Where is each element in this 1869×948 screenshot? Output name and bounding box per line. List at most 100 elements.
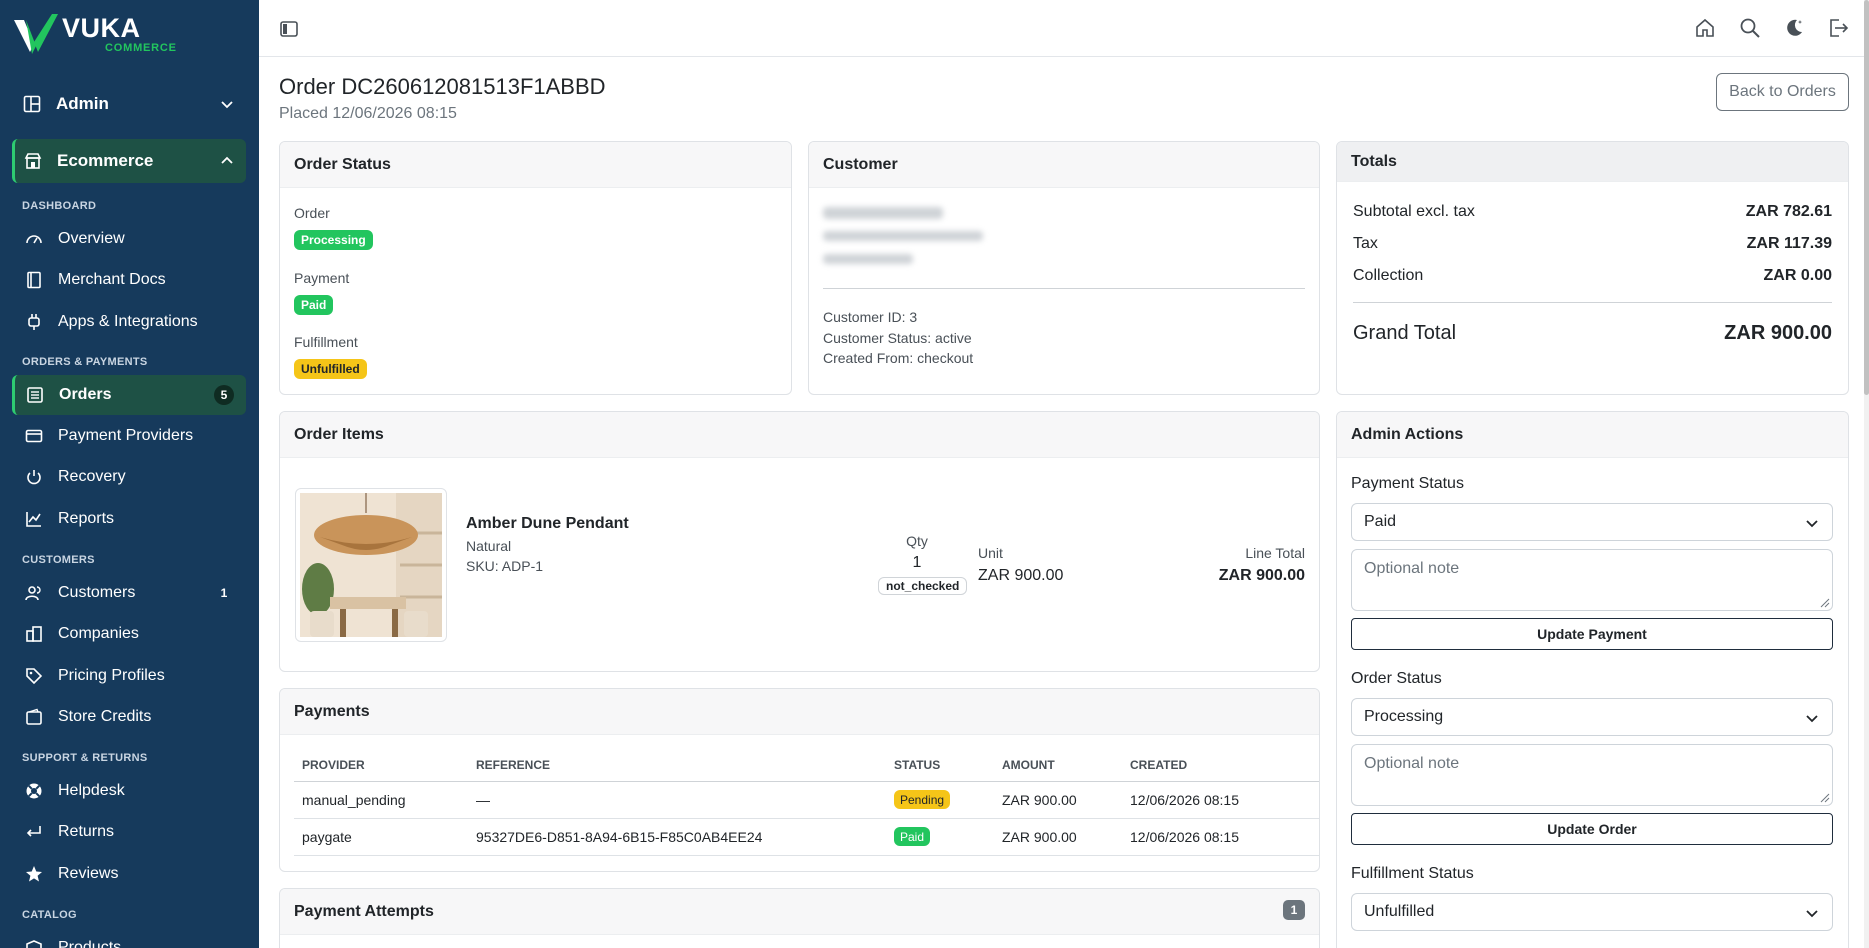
sidebar-section-catalog: CATALOG: [22, 909, 77, 921]
sidebar-item-helpdesk[interactable]: Helpdesk: [12, 771, 246, 811]
order-status-card: Order Status Order Processing Payment Pa…: [279, 141, 792, 395]
column-header: AMOUNT: [994, 749, 1122, 782]
sidebar-group-label: Admin: [56, 94, 109, 113]
sidebar-item-label: Store Credits: [58, 708, 152, 725]
chevron-down-icon: [1806, 520, 1818, 528]
product-image[interactable]: [295, 488, 447, 642]
payment-attempts-card[interactable]: Payment Attempts 1: [279, 888, 1320, 948]
status-badge: Pending: [894, 790, 951, 809]
selected-value: Unfulfilled: [1364, 903, 1435, 920]
sidebar-item-overview[interactable]: Overview: [12, 219, 246, 259]
card-title: Payment Attempts: [280, 889, 1319, 935]
sidebar-group-label: Ecommerce: [57, 151, 154, 170]
sidebar-group-ecommerce[interactable]: Ecommerce: [12, 139, 246, 183]
note-placeholder: Optional note: [1364, 560, 1460, 577]
home-icon[interactable]: [1694, 17, 1716, 39]
created-cell: 12/06/2026 08:15: [1122, 781, 1319, 819]
qty-value: 1: [912, 554, 922, 571]
wallet-icon: [24, 707, 44, 727]
sidebar-item-returns[interactable]: Returns: [12, 812, 246, 852]
vuka-logo-icon: [14, 14, 58, 54]
search-icon[interactable]: [1739, 17, 1761, 39]
update-order-button[interactable]: Update Order: [1351, 813, 1833, 845]
logout-icon[interactable]: [1827, 17, 1849, 39]
layout-icon: [22, 94, 42, 114]
selected-value: Processing: [1364, 708, 1444, 725]
sidebar-item-label: Pricing Profiles: [58, 667, 165, 684]
store-icon: [23, 151, 43, 171]
fulfillment-status-badge: Unfulfilled: [294, 359, 367, 379]
sidebar-item-label: Recovery: [58, 468, 126, 485]
column-header: REFERENCE: [468, 749, 886, 782]
moon-icon[interactable]: [1783, 17, 1805, 39]
line-total-value: ZAR 900.00: [1218, 567, 1305, 584]
return-arrow-icon: [24, 822, 44, 842]
amount-cell: ZAR 900.00: [994, 818, 1122, 856]
resize-grip-icon[interactable]: [1818, 791, 1830, 803]
grand-total-label: Grand Total: [1353, 322, 1457, 344]
product-photo-icon: [300, 493, 442, 637]
star-icon: [24, 864, 44, 884]
payment-status-badge: Paid: [294, 295, 334, 315]
brand-logo[interactable]: VUKA COMMERCE: [12, 10, 177, 58]
sidebar-item-label: Reviews: [58, 865, 119, 882]
sidebar-item-label: Overview: [58, 230, 125, 247]
order-items-card: Order Items Amber Dune Pendant Natural S…: [279, 411, 1320, 672]
receipt-icon: [25, 385, 45, 405]
selected-value: Paid: [1364, 513, 1397, 530]
credit-card-icon: [24, 426, 44, 446]
scrollbar-thumb[interactable]: [1864, 0, 1869, 395]
sidebar-item-label: Customers: [58, 584, 136, 601]
page-scrollbar[interactable]: [1864, 0, 1869, 948]
collection-row: Collection ZAR 0.00: [1353, 267, 1832, 285]
sidebar-item-label: Merchant Docs: [58, 271, 166, 288]
sidebar-item-payment-providers[interactable]: Payment Providers: [12, 416, 246, 456]
sidebar-item-reviews[interactable]: Reviews: [12, 854, 246, 894]
product-sku: SKU: ADP-1: [466, 558, 544, 574]
sidebar-item-store-credits[interactable]: Store Credits: [12, 697, 246, 737]
card-title: Order Status: [280, 142, 791, 188]
sidebar-item-label: Payment Providers: [58, 427, 194, 444]
amount-cell: ZAR 900.00: [994, 781, 1122, 819]
reference-cell: —: [468, 781, 886, 819]
sidebar-toggle-icon[interactable]: [279, 19, 299, 39]
totals-card: Totals Subtotal excl. tax ZAR 782.61 Tax Z…: [1336, 141, 1849, 395]
collection-label: Collection: [1353, 267, 1424, 284]
chevron-down-icon: [1806, 910, 1818, 918]
order-note-textarea[interactable]: Optional note: [1351, 744, 1833, 806]
customer-card: Customer Customer ID: 3 Customer Status:…: [808, 141, 1320, 395]
sidebar-item-companies[interactable]: Companies: [12, 614, 246, 654]
back-to-orders-button[interactable]: Back to Orders: [1716, 73, 1849, 111]
sidebar-item-customers[interactable]: Customers 1: [12, 573, 246, 613]
sidebar-item-apps-integrations[interactable]: Apps & Integrations: [12, 302, 246, 342]
unit-price: ZAR 900.00: [978, 567, 1064, 584]
payment-note-textarea[interactable]: Optional note: [1351, 549, 1833, 611]
status-cell: Paid: [886, 818, 994, 856]
admin-actions-card: Admin Actions Payment Status Paid Option…: [1336, 411, 1849, 948]
topbar: [259, 0, 1869, 57]
sidebar-item-recovery[interactable]: Recovery: [12, 457, 246, 497]
column-header: CREATED: [1122, 749, 1319, 782]
sidebar-item-products[interactable]: Products: [12, 928, 246, 948]
page-title: Order DC260612081513F1ABBD: [279, 74, 606, 99]
sidebar-group-admin[interactable]: Admin: [12, 82, 246, 126]
payment-status-select[interactable]: Paid: [1351, 503, 1833, 541]
update-payment-button[interactable]: Update Payment: [1351, 618, 1833, 650]
collection-value: ZAR 0.00: [1763, 267, 1832, 284]
sidebar-item-merchant-docs[interactable]: Merchant Docs: [12, 260, 246, 300]
status-cell: Pending: [886, 781, 994, 819]
fulfillment-status-select[interactable]: Unfulfilled: [1351, 893, 1833, 931]
resize-grip-icon[interactable]: [1818, 596, 1830, 608]
order-status-label: Order Status: [1351, 670, 1442, 687]
tax-label: Tax: [1353, 235, 1378, 252]
sidebar-item-pricing-profiles[interactable]: Pricing Profiles: [12, 656, 246, 696]
order-status-select[interactable]: Processing: [1351, 698, 1833, 736]
sidebar-item-orders[interactable]: Orders 5: [12, 375, 246, 415]
product-name[interactable]: Amber Dune Pendant: [466, 515, 629, 533]
note-placeholder: Optional note: [1364, 755, 1460, 772]
orders-count-badge: 5: [214, 385, 234, 405]
sidebar-item-label: Orders: [59, 386, 112, 403]
sidebar-item-label: Helpdesk: [58, 782, 125, 799]
sidebar-item-reports[interactable]: Reports: [12, 499, 246, 539]
customers-count-badge: 1: [220, 586, 228, 600]
